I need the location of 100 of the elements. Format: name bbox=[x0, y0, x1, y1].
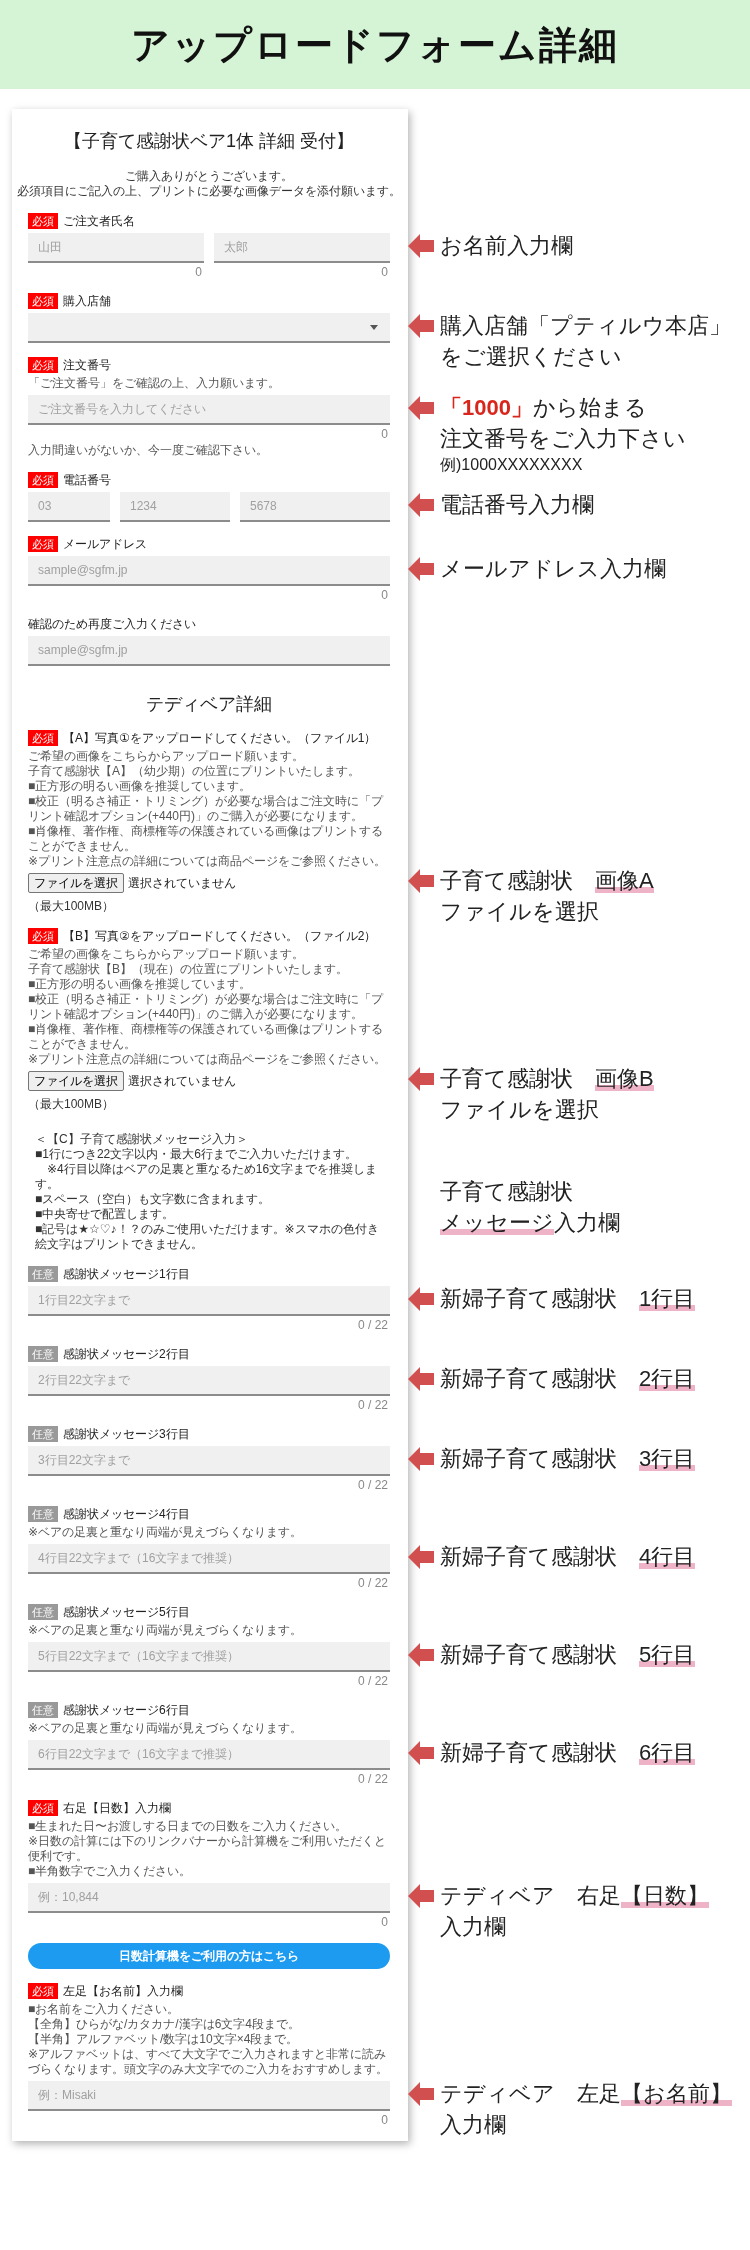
section-heading: テディベア詳細 bbox=[145, 693, 273, 716]
annotation-text: をご選択ください bbox=[440, 343, 622, 371]
hint-text: ■お名前をご入力ください。 bbox=[28, 2002, 180, 2017]
text-field[interactable]: 5行目22文字まで（16文字まで推奨） bbox=[28, 1642, 390, 1672]
hint-text: ※アルファベットは、すべて大文字でご入力されますと非常に読みづらくなります。頭文字のみ大文字でのご入力をおすすめします。 bbox=[28, 2047, 389, 2077]
required-badge: 必須 bbox=[28, 213, 58, 229]
text-field[interactable]: sample@sgfm.jp bbox=[28, 556, 390, 586]
size-limit-text: （最大100MB） bbox=[28, 1097, 115, 1112]
text-field[interactable]: 5678 bbox=[240, 492, 390, 522]
field-label: 感謝状メッセージ1行目 bbox=[63, 1266, 190, 1282]
char-counter: 0 bbox=[381, 588, 388, 602]
required-badge: 必須 bbox=[28, 1800, 58, 1816]
annotation-text: 新婦子育て感謝状 5行目 bbox=[440, 1641, 696, 1669]
intro-text: ご購入ありがとうございます。 bbox=[124, 169, 294, 184]
required-badge: 必須 bbox=[28, 730, 58, 746]
text-field[interactable]: 1行目22文字まで bbox=[28, 1286, 390, 1316]
char-counter: 0 / 22 bbox=[357, 1398, 388, 1412]
required-badge: 必須 bbox=[28, 472, 58, 488]
hint-text: ご希望の画像をこちらからアップロード願います。 bbox=[28, 947, 304, 962]
annotation-text: 新婦子育て感謝状 3行目 bbox=[440, 1445, 696, 1473]
field-label: 【B】写真②をアップロードしてください。（ファイル2） bbox=[63, 928, 377, 944]
field-label: 電話番号 bbox=[63, 472, 111, 488]
hint-text: ■校正（明るさ補正・トリミング）が必要な場合はご注文時に「プリント確認オプション(+440円)」のご購入が必要になります。 bbox=[28, 992, 385, 1022]
annotation-text: 新婦子育て感謝状 6行目 bbox=[440, 1739, 696, 1767]
text-field[interactable]: 例：10,844 bbox=[28, 1883, 390, 1913]
char-counter: 0 bbox=[381, 427, 388, 441]
annotation-text: ファイルを選択 bbox=[440, 1096, 599, 1124]
field-label: 注文番号 bbox=[63, 357, 111, 373]
notice-text: ■スペース（空白）も文字数に含まれます。 bbox=[35, 1192, 271, 1207]
annotation-text: テディベア 右足【日数】 bbox=[440, 1882, 709, 1910]
field-label: 購入店舗 bbox=[63, 293, 111, 309]
field-label: 確認のため再度ご入力ください bbox=[28, 616, 196, 632]
text-field[interactable]: sample@sgfm.jp bbox=[28, 636, 390, 666]
annotation-text: 注文番号をご入力下さい bbox=[440, 425, 686, 453]
hint-text: ■正方形の明るい画像を推奨しています。 bbox=[28, 977, 252, 992]
hint-text: 「ご注文番号」をご確認の上、入力願います。 bbox=[28, 376, 280, 391]
form-title: 【子育て感謝状ベア1体 詳細 受付】 bbox=[63, 130, 355, 153]
optional-badge: 任意 bbox=[28, 1506, 58, 1522]
char-counter: 0 / 22 bbox=[357, 1576, 388, 1590]
hint-text: ■肖像権、著作権、商標権等の保護されている画像はプリントすることができません。 bbox=[28, 1022, 385, 1052]
char-counter: 0 / 22 bbox=[357, 1318, 388, 1332]
file-button[interactable]: ファイルを選択 bbox=[28, 873, 124, 893]
annotation-text: メールアドレス入力欄 bbox=[440, 555, 666, 583]
annotation-text: 電話番号入力欄 bbox=[440, 491, 594, 519]
required-badge: 必須 bbox=[28, 928, 58, 944]
hint-text: ■校正（明るさ補正・トリミング）が必要な場合はご注文時に「プリント確認オプション(+440円)」のご購入が必要になります。 bbox=[28, 794, 385, 824]
text-field[interactable]: 4行目22文字まで（16文字まで推奨） bbox=[28, 1544, 390, 1574]
text-field[interactable]: 2行目22文字まで bbox=[28, 1366, 390, 1396]
hint-text: 子育て感謝状【A】（幼少期）の位置にプリントいたします。 bbox=[28, 764, 360, 779]
notice-text: ■1行につき22文字以内・最大6行までご入力いただけます。 bbox=[35, 1147, 357, 1162]
hint-text: 子育て感謝状【B】（現在）の位置にプリントいたします。 bbox=[28, 962, 348, 977]
annotation-text: 新婦子育て感謝状 2行目 bbox=[440, 1365, 696, 1393]
hint-text: ※プリント注意点の詳細については商品ページをご参照ください。 bbox=[28, 854, 387, 869]
text-field[interactable]: 03 bbox=[28, 492, 110, 522]
text-field[interactable]: 山田 bbox=[28, 233, 204, 263]
annotation-text: 「1000」から始まる bbox=[440, 394, 647, 422]
text-field[interactable]: 太郎 bbox=[214, 233, 390, 263]
annotation-text: メッセージ入力欄 bbox=[440, 1209, 620, 1237]
hint-text: ※ベアの足裏と重なり両端が見えづらくなります。 bbox=[28, 1623, 303, 1638]
notice-text: ■記号は★☆♡♪！？のみご使用いただけます。※スマホの色付き絵文字はプリントできません。 bbox=[35, 1222, 380, 1252]
field-label: ご注文者氏名 bbox=[63, 213, 135, 229]
hint-text: ■正方形の明るい画像を推奨しています。 bbox=[28, 779, 252, 794]
text-field[interactable]: 例：Misaki bbox=[28, 2081, 390, 2111]
file-button[interactable]: ファイルを選択 bbox=[28, 1071, 124, 1091]
char-counter: 0 bbox=[381, 1915, 388, 1929]
annotation-text: 新婦子育て感謝状 4行目 bbox=[440, 1543, 696, 1571]
field-label: 感謝状メッセージ2行目 bbox=[63, 1346, 190, 1362]
text-field[interactable]: ご注文番号を入力してください bbox=[28, 395, 390, 425]
hint-text: ※日数の計算には下のリンクバナーから計算機をご利用いただくと便利です。 bbox=[28, 1834, 388, 1864]
optional-badge: 任意 bbox=[28, 1266, 58, 1282]
select-field[interactable] bbox=[28, 313, 390, 343]
text-field[interactable]: 3行目22文字まで bbox=[28, 1446, 390, 1476]
required-badge: 必須 bbox=[28, 536, 58, 552]
field-label: 感謝状メッセージ6行目 bbox=[63, 1702, 190, 1718]
optional-badge: 任意 bbox=[28, 1426, 58, 1442]
char-counter: 0 / 22 bbox=[357, 1772, 388, 1786]
hint-text: ※プリント注意点の詳細については商品ページをご参照ください。 bbox=[28, 1052, 387, 1067]
annotation-text: 新婦子育て感謝状 1行目 bbox=[440, 1285, 696, 1313]
annotation-text: お名前入力欄 bbox=[440, 232, 573, 260]
char-counter: 0 / 22 bbox=[357, 1674, 388, 1688]
optional-badge: 任意 bbox=[28, 1702, 58, 1718]
caret-icon bbox=[370, 324, 378, 330]
annotation-text: 子育て感謝状 bbox=[440, 1178, 573, 1206]
file-status: 選択されていません bbox=[128, 1073, 236, 1089]
note-text: 入力間違いがないか、今一度ご確認下さい。 bbox=[28, 443, 268, 458]
char-counter: 0 bbox=[381, 2113, 388, 2127]
hint-text: ※ベアの足裏と重なり両端が見えづらくなります。 bbox=[28, 1525, 303, 1540]
annotation-text: ファイルを選択 bbox=[440, 898, 599, 926]
page-title: アップロードフォーム詳細 bbox=[131, 22, 619, 68]
notice-text: ＜【C】子育て感謝状メッセージ入力＞ bbox=[35, 1132, 248, 1147]
annotation-text: 入力欄 bbox=[440, 1913, 506, 1941]
intro-text: 必須項目にご記入の上、プリントに必要な画像データを添付願います。 bbox=[16, 184, 402, 199]
hint-text: ■生まれた日〜お渡しする日までの日数をご入力ください。 bbox=[28, 1819, 348, 1834]
hint-text: ※ベアの足裏と重なり両端が見えづらくなります。 bbox=[28, 1721, 303, 1736]
annotation-text: 例)1000XXXXXXXX bbox=[440, 455, 583, 475]
field-label: 左足【お名前】入力欄 bbox=[63, 1983, 183, 1999]
annotation-text: 購入店舗「プティルウ本店」 bbox=[440, 312, 731, 340]
text-field[interactable]: 6行目22文字まで（16文字まで推奨） bbox=[28, 1740, 390, 1770]
text-field[interactable]: 1234 bbox=[120, 492, 230, 522]
hint-text: ■肖像権、著作権、商標権等の保護されている画像はプリントすることができません。 bbox=[28, 824, 385, 854]
